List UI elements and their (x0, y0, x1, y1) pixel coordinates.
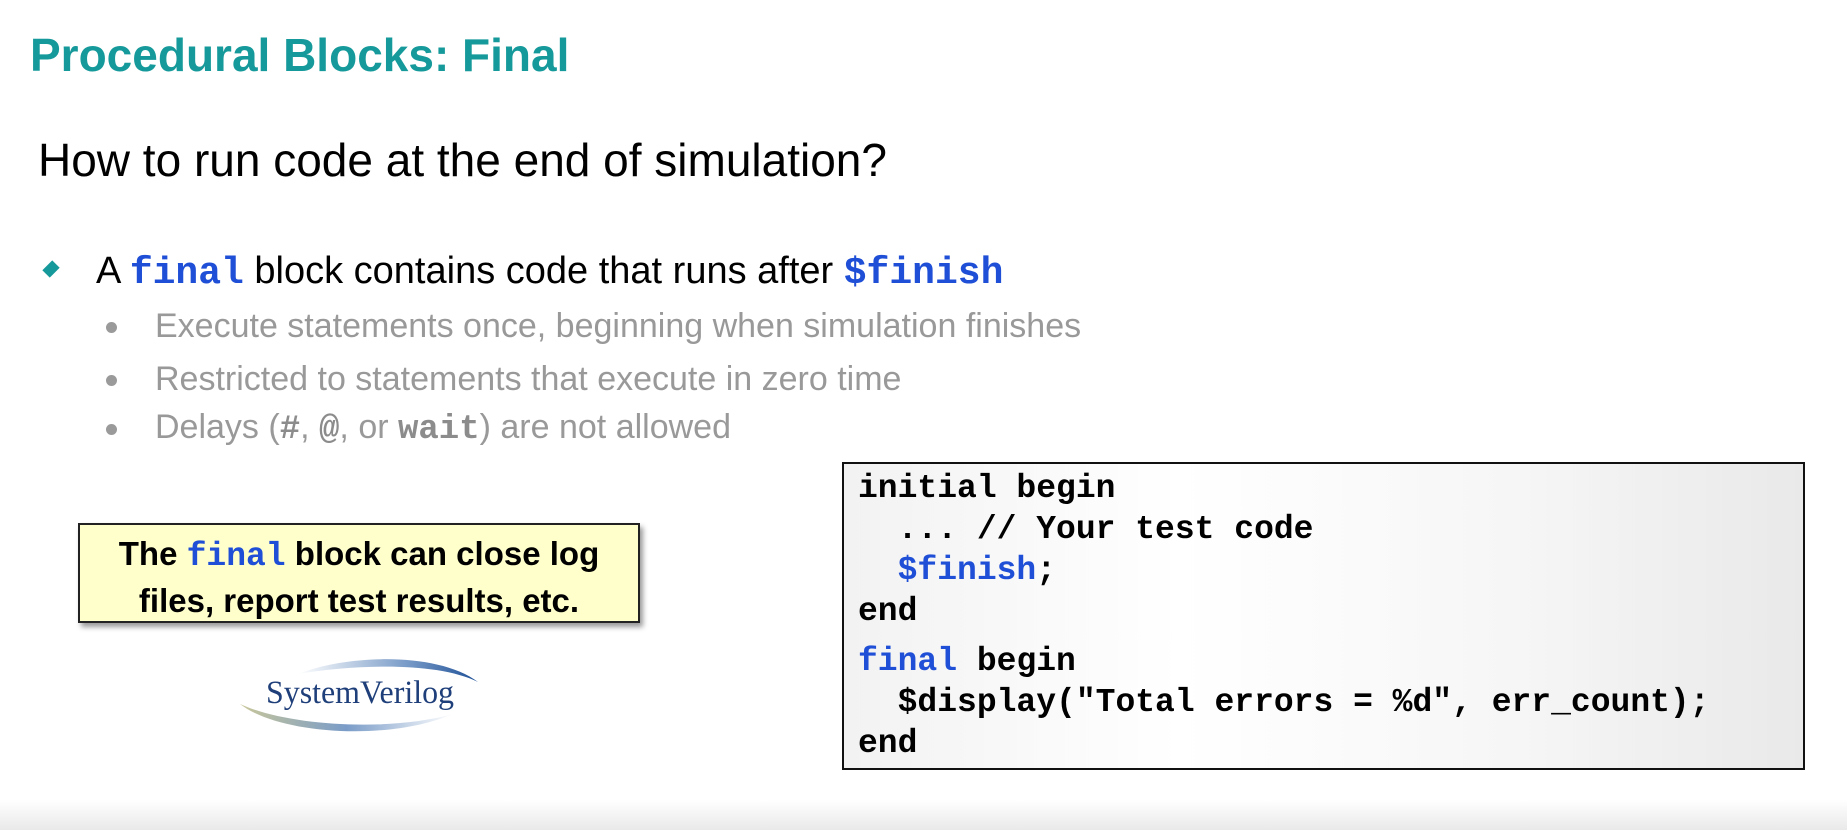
main-bullet-prefix: A (96, 250, 130, 292)
code-line: end (858, 593, 918, 630)
delays-prefix: Delays ( (155, 408, 280, 446)
code-final-keyword: final (858, 643, 958, 680)
slide-title: Procedural Blocks: Final (30, 29, 570, 81)
sub-bullet-dot-icon (106, 375, 117, 386)
main-bullet-text: A final block contains code that runs af… (96, 250, 1003, 295)
code-finish-keyword: $finish (897, 552, 1037, 589)
callout-box: The final block can close log files, rep… (78, 523, 640, 623)
delays-suffix: ) are not allowed (479, 408, 731, 446)
code-line: end (858, 725, 918, 762)
systemverilog-logo: SystemVerilog (240, 659, 478, 732)
code-semicolon: ; (1036, 552, 1057, 589)
code-begin: begin (957, 643, 1076, 680)
sub-bullet-item: Execute statements once, beginning when … (155, 307, 1082, 345)
sub-bullet-dot-icon (106, 424, 117, 435)
logo-text: SystemVerilog (266, 675, 454, 711)
callout-line-1: The final block can close log (80, 532, 638, 579)
sub-bullet-dot-icon (106, 322, 117, 333)
wait-keyword: wait (398, 411, 480, 449)
code-line: $display("Total errors = %d", err_count)… (858, 684, 1710, 721)
callout-line-1-rest: block can close log (285, 535, 600, 572)
callout-line-2: files, report test results, etc. (138, 582, 580, 619)
code-line: initial begin (858, 470, 1116, 507)
diamond-bullet-icon (42, 260, 60, 278)
slide-subtitle: How to run code at the end of simulation… (38, 134, 887, 186)
callout-final-keyword: final (186, 538, 286, 575)
delays-comma-2: , or (339, 408, 398, 446)
hash-keyword: # (279, 411, 301, 449)
sub-bullet-item: Restricted to statements that execute in… (155, 360, 902, 398)
code-line: $finish; (858, 552, 1056, 589)
bottom-shade (0, 800, 1847, 830)
at-keyword: @ (319, 411, 340, 449)
callout-prefix: The (118, 535, 187, 572)
code-line: final begin (858, 643, 1076, 680)
delays-comma-1: , (300, 408, 320, 446)
delays-bullet-item: Delays (#, @, or wait) are not allowed (155, 408, 731, 449)
final-keyword: final (129, 252, 244, 295)
code-box: initial begin ... // Your test code $fin… (842, 462, 1805, 770)
code-line: ... // Your test code (858, 511, 1314, 548)
finish-keyword: $finish (843, 252, 1004, 295)
main-bullet-middle: block contains code that runs after (243, 250, 844, 292)
